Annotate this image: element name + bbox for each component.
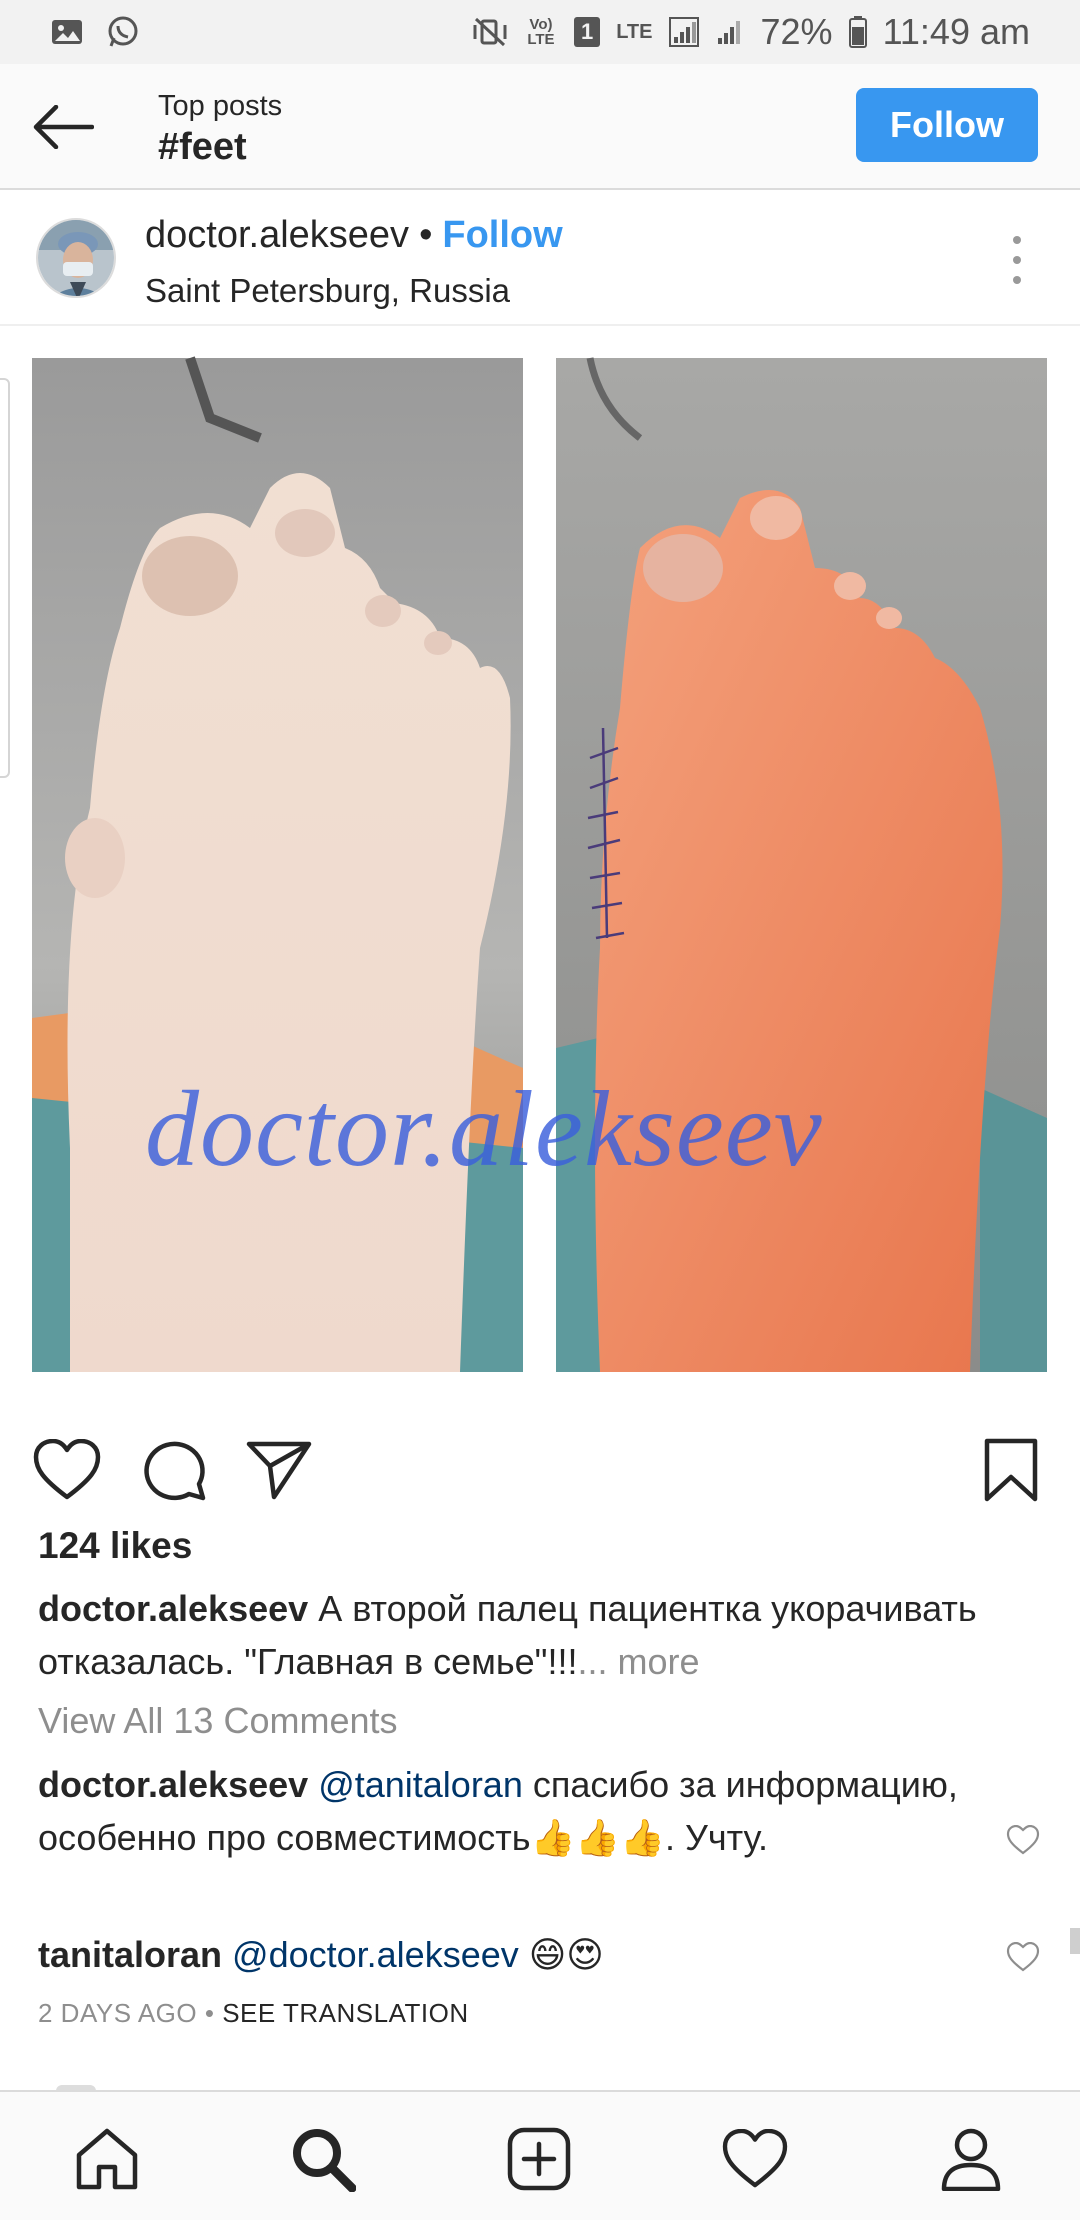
like-button[interactable] [32, 1435, 102, 1505]
avatar[interactable] [36, 218, 116, 298]
post-username[interactable]: doctor.alekseev [145, 214, 409, 257]
post-actions [0, 1425, 1080, 1513]
more-options-icon[interactable] [1000, 232, 1034, 288]
status-bar: Vo) LTE 1 LTE 72% 11:49 am [0, 0, 1080, 64]
whatsapp-notification-icon [106, 15, 140, 49]
paper-plane-icon [246, 1441, 312, 1500]
separator-dot: • [204, 1998, 215, 2028]
vibrate-mute-icon [472, 17, 508, 47]
heart-icon [1006, 1825, 1040, 1855]
share-button[interactable] [244, 1435, 314, 1505]
heart-icon [33, 1439, 101, 1500]
comment-like-button[interactable] [1003, 1937, 1043, 1977]
timestamp-row: 2 DAYS AGO • SEE TRANSLATION [38, 1998, 469, 2029]
top-header: Top posts #feet Follow [0, 64, 1080, 190]
caption: doctor.alekseev А второй палец пациентка… [38, 1582, 1038, 1688]
clock: 11:49 am [882, 11, 1030, 52]
user-icon [941, 2128, 1001, 2191]
post-header: doctor.alekseev • Follow Saint Petersbur… [0, 192, 1080, 326]
comment-username[interactable]: tanitaloran [38, 1934, 222, 1975]
lte-label: LTE [616, 20, 653, 43]
nav-activity[interactable] [720, 2124, 790, 2194]
username-row: doctor.alekseev • Follow [145, 214, 563, 257]
gallery-notification-icon [50, 17, 84, 47]
comment-item: tanitaloran @doctor.alekseev 😄😍 [38, 1928, 978, 1982]
comment-like-button[interactable] [1003, 1820, 1043, 1860]
heart-outline-icon [722, 2129, 788, 2188]
follow-user-link[interactable]: Follow [442, 214, 562, 257]
follow-hashtag-button[interactable]: Follow [856, 88, 1038, 162]
see-translation-link[interactable]: SEE TRANSLATION [222, 1998, 468, 2028]
bottom-nav [0, 2090, 1080, 2220]
smile-emoji: 😄😍 [528, 1935, 604, 1976]
home-icon [76, 2128, 138, 2190]
comment-suffix: . Учту. [665, 1817, 768, 1858]
post-image[interactable]: doctor.alekseev [0, 328, 1080, 1400]
volte-label: Vo) LTE [527, 16, 555, 48]
signal-1-icon [668, 17, 699, 47]
header-subtitle: Top posts [158, 90, 283, 122]
battery-icon [848, 16, 867, 48]
hashtag-title: #feet [158, 126, 247, 168]
comment-bubble-icon [144, 1441, 206, 1501]
post-time-ago: 2 DAYS AGO [38, 1998, 198, 2028]
battery-percent: 72% [760, 11, 833, 52]
comment-button[interactable] [140, 1435, 210, 1505]
comment-mention[interactable]: @tanitaloran [318, 1764, 523, 1805]
watermark-text: doctor.alekseev [145, 1070, 823, 1189]
nav-search[interactable] [288, 2124, 358, 2194]
view-all-comments-link[interactable]: View All 13 Comments [38, 1700, 398, 1742]
foot-photo [32, 356, 1047, 1372]
comment-mention[interactable]: @doctor.alekseev [232, 1934, 519, 1975]
bookmark-icon [984, 1438, 1038, 1502]
nav-new-post[interactable] [504, 2124, 574, 2194]
heart-icon [1006, 1942, 1040, 1972]
post-location[interactable]: Saint Petersburg, Russia [145, 272, 510, 310]
caption-username[interactable]: doctor.alekseev [38, 1588, 308, 1629]
thumbs-up-emoji: 👍👍👍 [530, 1818, 666, 1859]
caption-more-link[interactable]: ... more [577, 1641, 699, 1682]
nav-home[interactable] [72, 2124, 142, 2194]
likes-count[interactable]: 124 likes [38, 1525, 192, 1567]
separator-dot: • [419, 214, 433, 256]
plus-square-icon [507, 2127, 571, 2191]
arrow-left-icon [33, 105, 94, 149]
comment-username[interactable]: doctor.alekseev [38, 1764, 308, 1805]
back-button[interactable] [28, 100, 98, 154]
search-icon [293, 2129, 356, 2192]
sim-indicator: 1 [573, 17, 601, 47]
save-button[interactable] [976, 1435, 1046, 1505]
comment-item: doctor.alekseev @tanitaloran спасибо за … [38, 1758, 978, 1865]
signal-2-icon [715, 17, 745, 47]
scrollbar[interactable] [1070, 1928, 1080, 1954]
nav-profile[interactable] [936, 2124, 1006, 2194]
header-titles: Top posts #feet [158, 88, 282, 170]
